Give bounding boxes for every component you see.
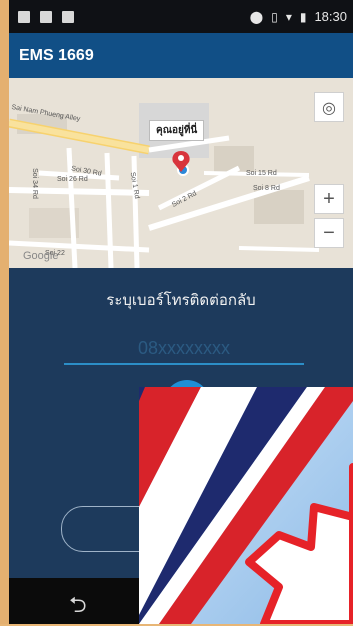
image-icon [40, 10, 52, 23]
map-view[interactable]: Sai Nam Phueng Alley Soi 30 Rd Soi 26 Rd… [9, 78, 353, 268]
map-canvas[interactable] [9, 78, 353, 268]
zoom-out-button[interactable]: − [314, 218, 344, 248]
location-icon: ⬤ [249, 9, 264, 24]
google-logo: Google [23, 250, 59, 262]
street-label: Soi 15 Rd [246, 170, 277, 177]
my-location-icon: ◎ [322, 97, 336, 117]
callback-heading: ระบุเบอร์โทรติดต่อกลับ [106, 291, 256, 309]
back-icon[interactable]: ⮌ [69, 588, 87, 626]
left-edge-strip [0, 0, 9, 624]
status-bar: ⬤ ▯ ▾ ▮ 18:30 [9, 0, 353, 33]
ems-logo-icon [139, 387, 353, 624]
zoom-in-button[interactable]: + [314, 184, 344, 214]
app-title: EMS 1669 [19, 46, 94, 64]
phone-number-input[interactable] [64, 333, 304, 365]
street-label: Soi 34 Rd [30, 168, 38, 199]
map-road [238, 246, 320, 252]
street-label: Soi 26 Rd [57, 176, 88, 183]
battery-icon: ▮ [299, 9, 307, 24]
notification-icon [62, 10, 74, 23]
ems-logo-overlay [139, 387, 353, 624]
location-callout: คุณอยู่ที่นี่ [149, 120, 205, 141]
notification-icon [18, 10, 30, 23]
app-bar: EMS 1669 [9, 33, 353, 78]
location-pin-hole [178, 155, 184, 161]
wifi-icon: ▾ [285, 9, 292, 24]
my-location-button[interactable]: ◎ [314, 92, 344, 122]
street-label: Soi 8 Rd [253, 185, 280, 192]
vibrate-icon: ▯ [271, 9, 278, 24]
status-time: 18:30 [314, 9, 347, 24]
